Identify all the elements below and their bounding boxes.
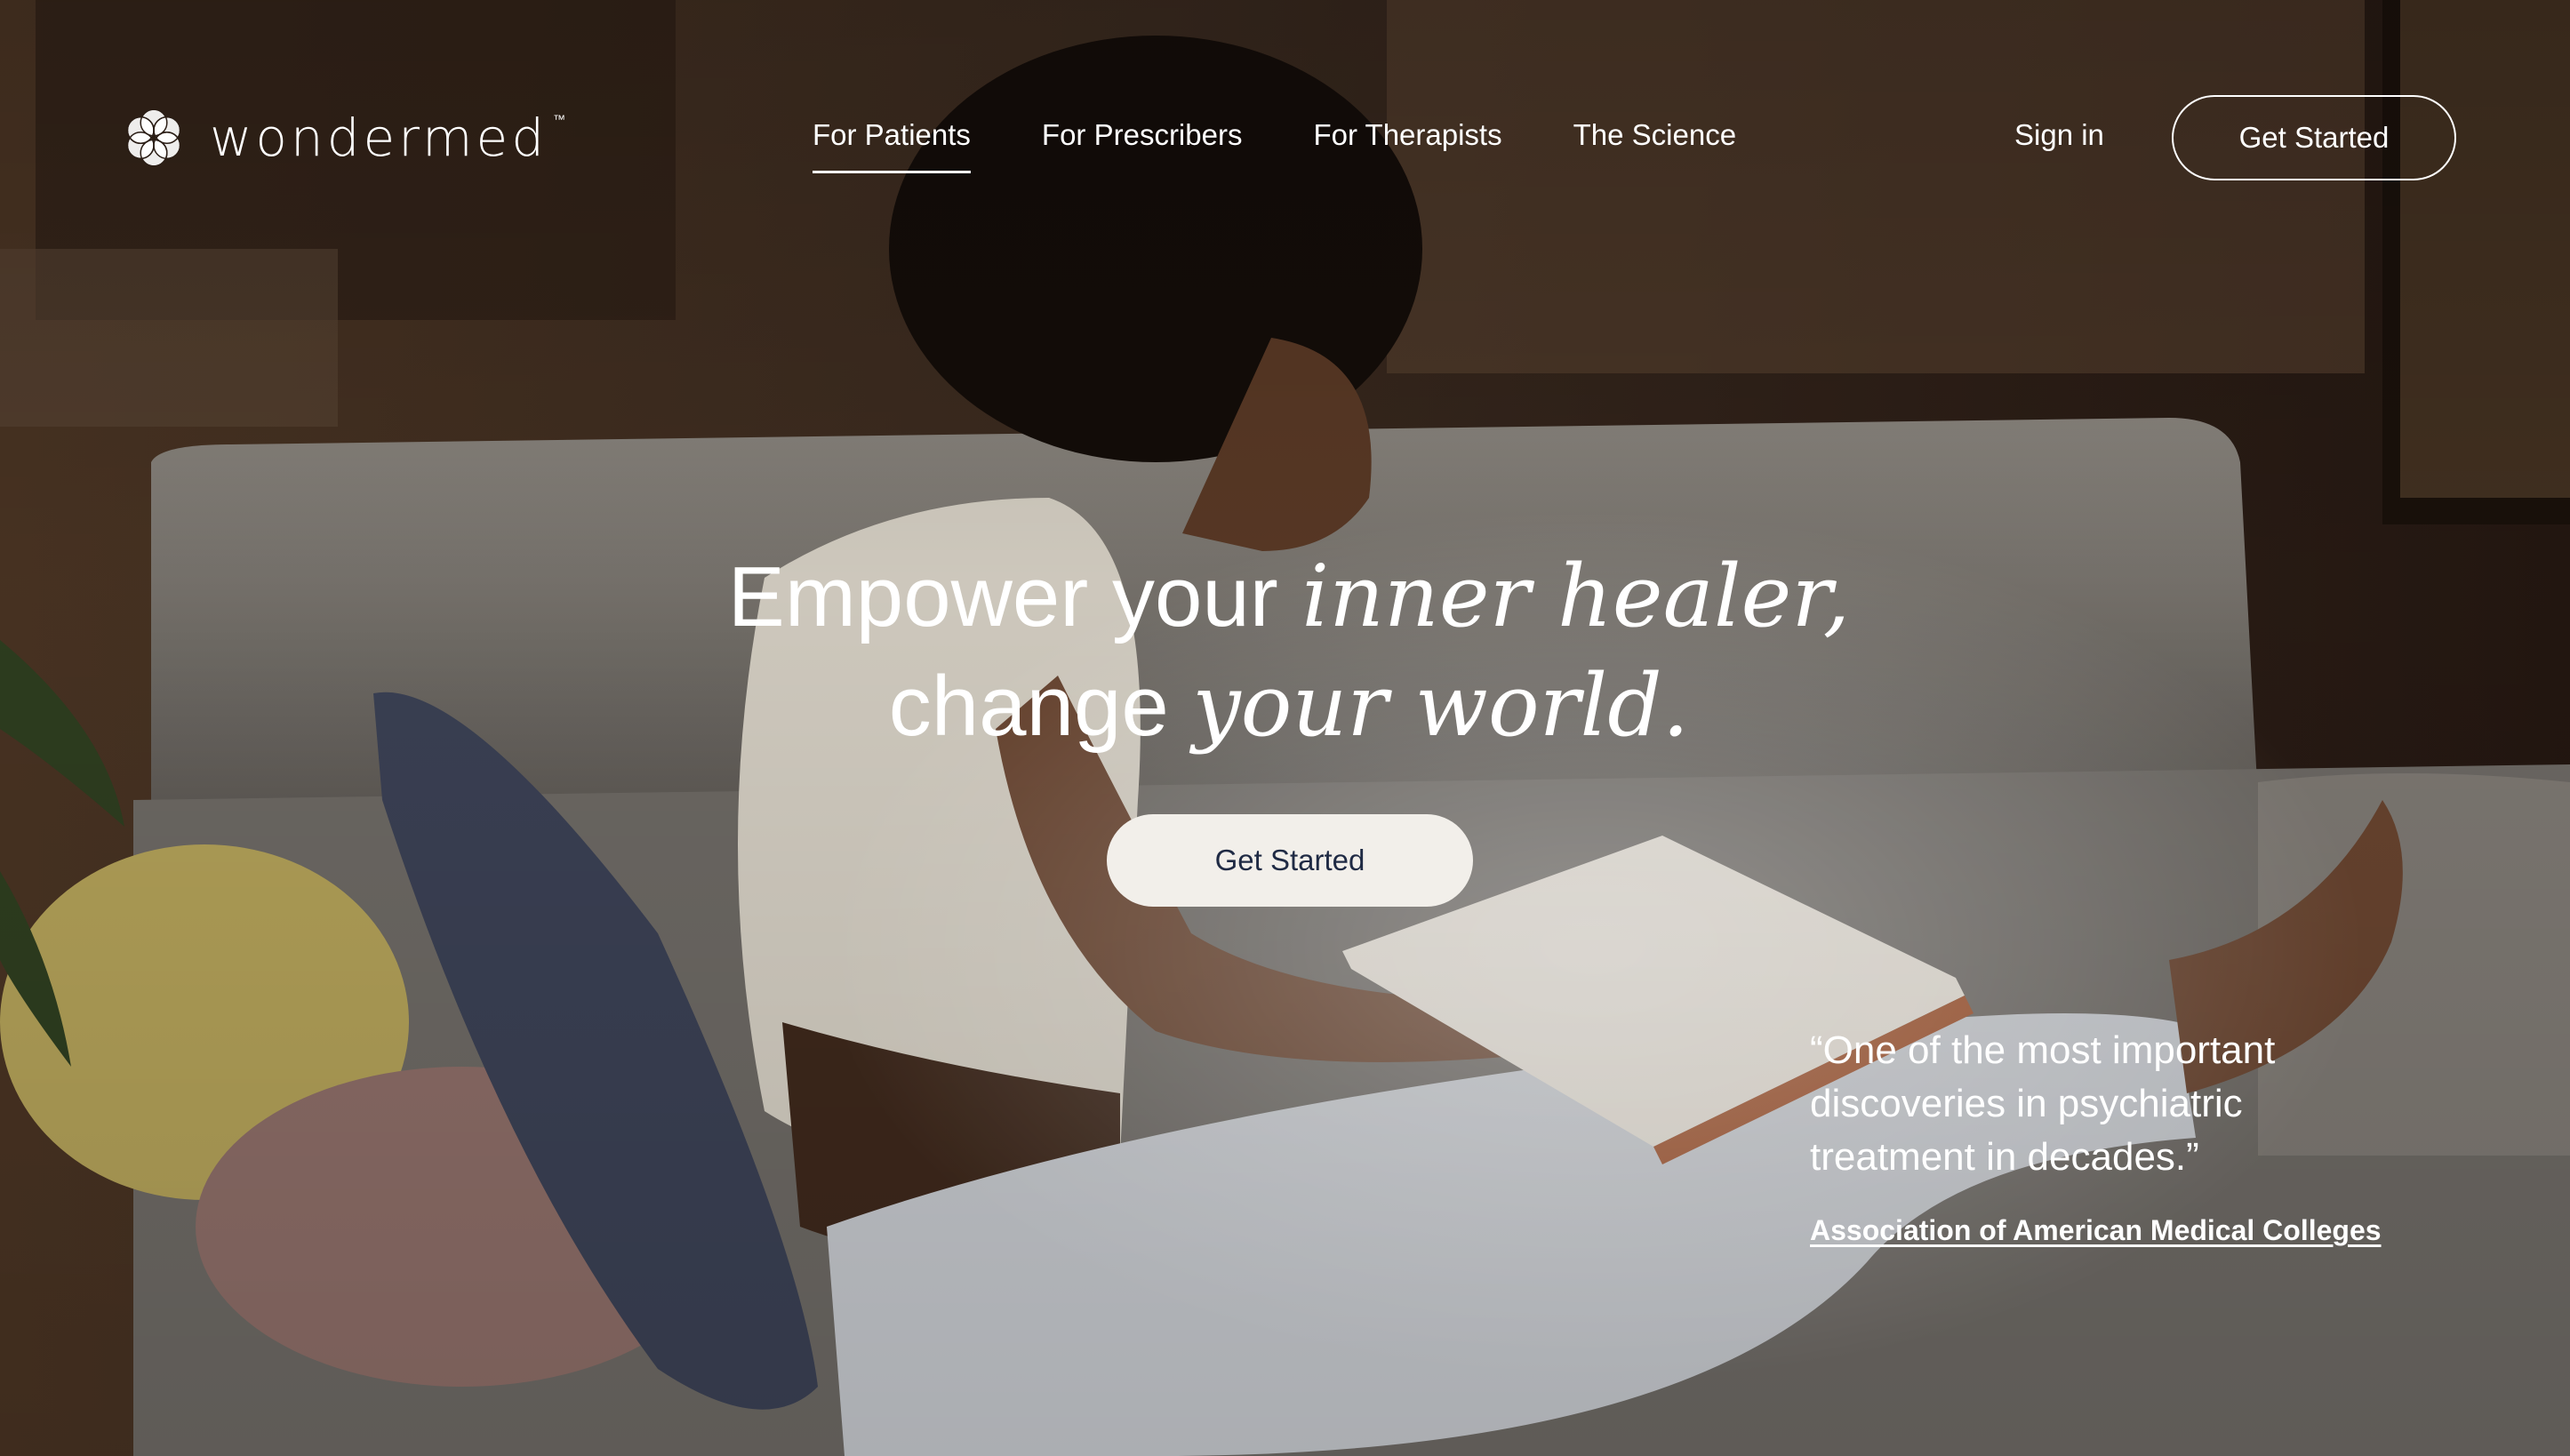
nav-link-the-science[interactable]: The Science — [1573, 116, 1736, 173]
top-navbar: wondermed ™ For Patients For Prescribers… — [0, 0, 2570, 276]
headline-part-4: your world. — [1192, 656, 1690, 756]
testimonial-source-link[interactable]: Association of American Medical Colleges — [1810, 1214, 2382, 1247]
brand-logo[interactable]: wondermed ™ — [121, 105, 565, 171]
hero-get-started-button[interactable]: Get Started — [1107, 814, 1473, 907]
hero-section: wondermed ™ For Patients For Prescribers… — [0, 0, 2570, 1456]
hero-headline: Empower your inner healer, change your w… — [622, 542, 1956, 761]
primary-nav: For Patients For Prescribers For Therapi… — [813, 116, 1736, 173]
brand-name: wondermed — [210, 108, 548, 168]
headline-part-3: change — [888, 659, 1193, 754]
nav-link-for-therapists[interactable]: For Therapists — [1313, 116, 1501, 173]
nav-get-started-button[interactable]: Get Started — [2172, 95, 2456, 180]
sign-in-link[interactable]: Sign in — [2014, 116, 2104, 155]
nav-link-for-patients[interactable]: For Patients — [813, 116, 971, 173]
headline-part-2: inner healer, — [1301, 547, 1851, 646]
nav-link-for-prescribers[interactable]: For Prescribers — [1042, 116, 1243, 173]
headline-part-1: Empower your — [727, 549, 1302, 644]
trademark-symbol: ™ — [553, 112, 566, 126]
flower-of-life-icon — [126, 108, 181, 167]
testimonial-quote: “One of the most important discoveries i… — [1810, 1028, 2276, 1179]
